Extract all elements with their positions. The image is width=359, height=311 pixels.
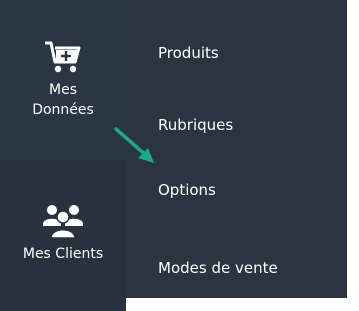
sidebar-label-line2: Données — [32, 102, 94, 118]
sidebar-item-mes-donnees[interactable]: Mes Données — [0, 0, 126, 160]
users-group-icon — [43, 205, 83, 239]
sidebar-item-mes-clients[interactable]: Mes Clients — [0, 165, 126, 300]
submenu-item-rubriques[interactable]: Rubriques — [158, 115, 233, 135]
sidebar-item-label: Mes Clients — [22, 246, 104, 262]
submenu-item-modes-de-vente[interactable]: Modes de vente — [158, 258, 278, 278]
main-sidebar: Mes Données Mes Clients — [0, 0, 126, 311]
submenu-item-options[interactable]: Options — [158, 180, 216, 200]
submenu-item-produits[interactable]: Produits — [158, 43, 219, 63]
arrow-pointer-icon — [114, 127, 154, 163]
cart-add-icon — [45, 41, 81, 73]
sidebar-item-label: Mes Données — [32, 80, 94, 120]
sidebar-label-line1: Mes — [49, 82, 77, 98]
